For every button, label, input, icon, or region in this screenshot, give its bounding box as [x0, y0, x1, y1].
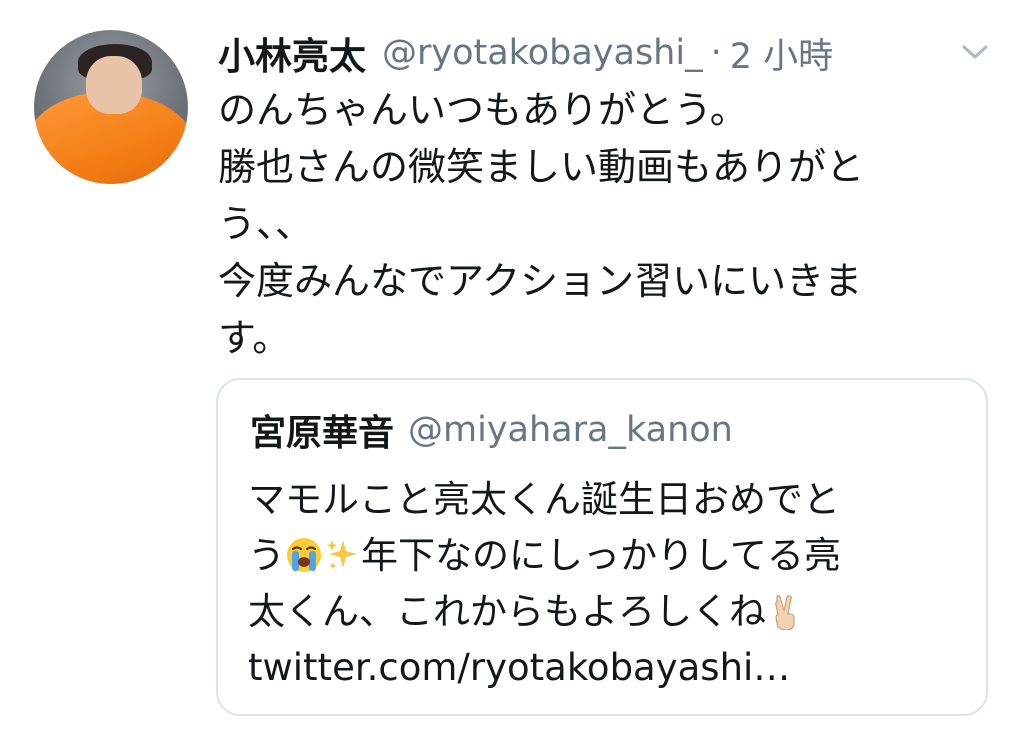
tweet[interactable]: 小林亮太 @ryotakobayashi_ · 2 小時 のんちゃんいつもありが… [0, 0, 1024, 740]
quoted-text-fragment: 太くん、これからもよろしくね [248, 590, 766, 633]
tweet-text-line: 今度みんなでアクション習いにいきま [218, 259, 863, 303]
quoted-tweet-link[interactable]: twitter.com/ryotakobayashi… [248, 640, 968, 696]
quoted-tweet-body: マモルこと亮太くん誕生日おめでと う 年下なのにしっかりしてる亮 太くん、これか… [248, 472, 968, 696]
quoted-text-line: う 年下なのにしっかりしてる亮 [248, 528, 968, 584]
quoted-text-line: 太くん、これからもよろしくね [248, 584, 968, 640]
author-handle[interactable]: @ryotakobayashi_ [382, 33, 703, 73]
tweet-text-line: す。 [218, 316, 291, 360]
tweet-header: 小林亮太 @ryotakobayashi_ · 2 小時 [218, 28, 833, 78]
avatar-face [86, 56, 142, 114]
quoted-text-fragment: う [248, 534, 285, 577]
tweet-timestamp[interactable]: 2 小時 [730, 28, 833, 79]
tweet-text-line: う、、 [218, 202, 314, 246]
quoted-text-line: マモルこと亮太くん誕生日おめでと [248, 478, 840, 521]
avatar[interactable] [34, 30, 188, 184]
author-display-name[interactable]: 小林亮太 [218, 26, 366, 80]
quoted-tweet-header: 宮原華音 @miyahara_kanon [250, 404, 733, 456]
tweet-text-line: 勝也さんの微笑ましい動画もありがと [218, 145, 865, 189]
victory-hand-emoji [775, 595, 795, 630]
chevron-down-icon[interactable] [960, 40, 990, 64]
tweet-body: のんちゃんいつもありがとう。 勝也さんの微笑ましい動画もありがと う、、 今度み… [218, 82, 948, 367]
loudly-crying-face-emoji [287, 538, 321, 572]
quoted-author-display-name: 宮原華音 [250, 413, 395, 454]
quoted-author-handle: @miyahara_kanon [408, 410, 733, 450]
header-separator: · [710, 33, 722, 73]
sparkles-emoji [327, 540, 357, 570]
quoted-text-fragment: 年下なのにしっかりしてる亮 [361, 534, 841, 577]
tweet-text-line: のんちゃんいつもありがとう。 [218, 88, 748, 132]
quoted-tweet[interactable]: 宮原華音 @miyahara_kanon マモルこと亮太くん誕生日おめでと う … [216, 378, 988, 716]
